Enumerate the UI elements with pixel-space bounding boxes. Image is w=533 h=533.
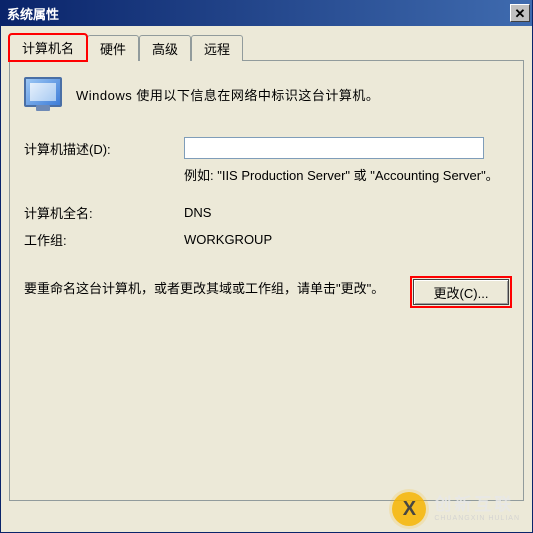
tab-label: 高级 bbox=[152, 42, 178, 57]
description-row: 计算机描述(D): bbox=[24, 137, 509, 159]
tab-panel-computer-name: Windows 使用以下信息在网络中标识这台计算机。 计算机描述(D): 例如:… bbox=[9, 61, 524, 501]
computer-icon bbox=[24, 77, 76, 113]
workgroup-label: 工作组: bbox=[24, 230, 184, 249]
change-row: 要重命名这台计算机，或者更改其域或工作组，请单击"更改"。 更改(C)... bbox=[24, 279, 509, 305]
description-input[interactable] bbox=[184, 137, 484, 159]
titlebar: 系统属性 ✕ bbox=[1, 0, 532, 26]
fullname-row: 计算机全名: DNS bbox=[24, 203, 509, 222]
change-button[interactable]: 更改(C)... bbox=[413, 279, 509, 305]
watermark-brand-en: CHUANGXIN HULIAN bbox=[434, 515, 520, 522]
workgroup-row: 工作组: WORKGROUP bbox=[24, 230, 509, 249]
tab-hardware[interactable]: 硬件 bbox=[87, 35, 139, 61]
tab-remote[interactable]: 远程 bbox=[191, 35, 243, 61]
tab-label: 硬件 bbox=[100, 42, 126, 57]
tab-computer-name[interactable]: 计算机名 bbox=[9, 34, 87, 61]
change-instruction: 要重命名这台计算机，或者更改其域或工作组，请单击"更改"。 bbox=[24, 279, 413, 300]
tabstrip: 计算机名 硬件 高级 远程 bbox=[9, 36, 524, 61]
tab-label: 远程 bbox=[204, 42, 230, 57]
intro-row: Windows 使用以下信息在网络中标识这台计算机。 bbox=[24, 77, 509, 113]
fullname-label: 计算机全名: bbox=[24, 203, 184, 222]
fullname-value: DNS bbox=[184, 205, 509, 220]
tab-label: 计算机名 bbox=[22, 41, 74, 56]
tab-advanced[interactable]: 高级 bbox=[139, 35, 191, 61]
change-button-label: 更改(C)... bbox=[434, 286, 489, 301]
system-properties-window: 系统属性 ✕ 计算机名 硬件 高级 远程 Windows 使用以下信息在网络中标 bbox=[0, 0, 533, 533]
close-icon: ✕ bbox=[515, 7, 526, 20]
window-title: 系统属性 bbox=[7, 4, 59, 23]
workgroup-value: WORKGROUP bbox=[184, 232, 509, 247]
description-label: 计算机描述(D): bbox=[24, 139, 184, 158]
description-example: 例如: "IIS Production Server" 或 "Accountin… bbox=[184, 167, 509, 185]
intro-text: Windows 使用以下信息在网络中标识这台计算机。 bbox=[76, 77, 509, 113]
close-button[interactable]: ✕ bbox=[510, 4, 530, 22]
